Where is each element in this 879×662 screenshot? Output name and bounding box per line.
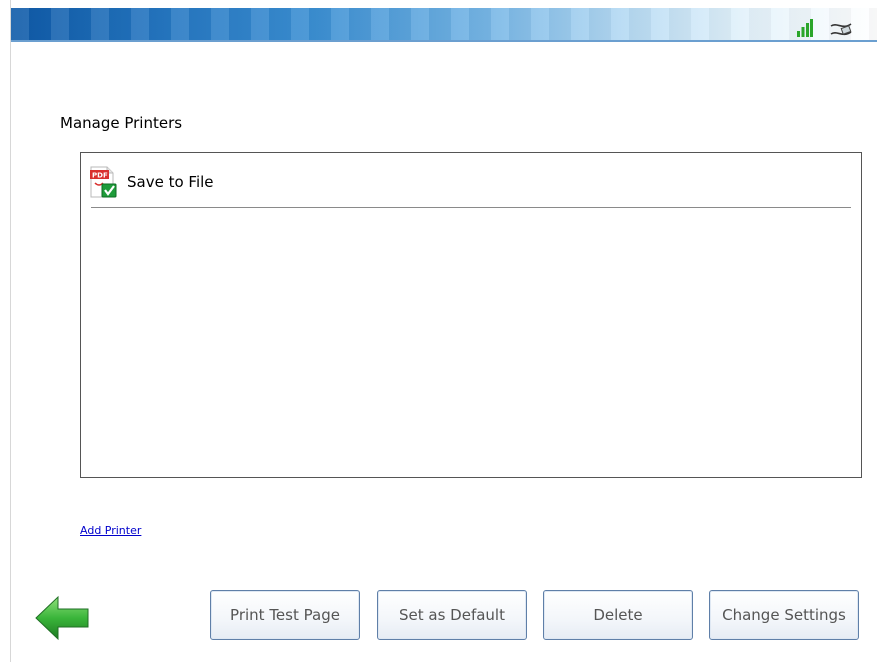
svg-text:PDF: PDF <box>92 172 108 180</box>
page-title: Manage Printers <box>60 114 183 132</box>
printer-name: Save to File <box>127 173 214 191</box>
printer-list[interactable]: PDF Save to File <box>80 152 862 478</box>
title-bar-pattern <box>11 8 877 40</box>
printer-manager-window: Manage Printers PDF Save to File Add Pri… <box>0 0 879 662</box>
ethernet-cable-icon <box>830 23 852 36</box>
green-back-arrow-icon[interactable] <box>34 595 90 641</box>
pdf-printer-default-icon: PDF <box>90 166 117 198</box>
title-bar <box>11 8 877 42</box>
add-printer-link[interactable]: Add Printer <box>80 524 141 537</box>
left-border <box>0 0 11 662</box>
list-item[interactable]: PDF Save to File <box>90 165 851 208</box>
print-test-page-button[interactable]: Print Test Page <box>210 590 360 640</box>
signal-bars-icon <box>797 19 813 37</box>
set-as-default-button[interactable]: Set as Default <box>377 590 527 640</box>
change-settings-button[interactable]: Change Settings <box>709 590 859 640</box>
delete-button[interactable]: Delete <box>543 590 693 640</box>
